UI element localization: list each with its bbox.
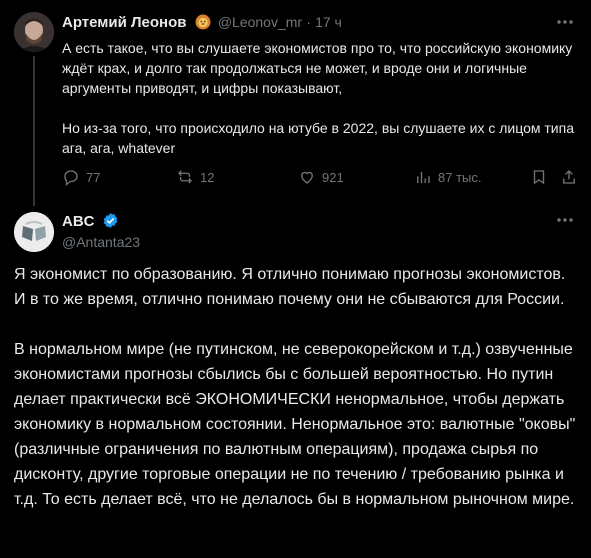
repost-icon [178,170,192,184]
more-options-icon[interactable] [555,210,575,230]
verified-badge-icon[interactable] [102,212,119,229]
repost-count: 12 [200,169,215,185]
author-name[interactable]: ABC [62,213,95,230]
like-count: 921 [322,169,344,185]
tweet-parent[interactable]: Артемий Леонов @Leonov_mr · 17 ч А есть … [0,0,591,206]
views-chart-icon [417,171,430,183]
tweet-text: А есть такое, что вы слушаете экономисто… [62,38,577,158]
repost-button[interactable]: 12 [176,168,214,186]
author-name-row: ABC [62,212,119,230]
separator-dot: · [306,14,311,30]
share-icon [563,170,575,184]
tweet-timestamp[interactable]: 17 ч [315,14,342,30]
view-count: 87 тыс. [438,169,482,185]
tweet-paragraph: А есть такое, что вы слушаете экономисто… [62,40,573,96]
like-button[interactable]: 921 [298,168,344,186]
more-options-icon[interactable] [555,12,575,32]
heart-icon [301,171,313,184]
reply-button[interactable]: 77 [62,168,100,186]
tweet-actions: 77 12 921 87 тыс. [62,168,582,188]
tweet-paragraph: В нормальном мире (не путинском, не севе… [14,341,576,508]
author-handle[interactable]: @Antanta23 [62,234,140,250]
views-button[interactable]: 87 тыс. [414,168,481,186]
bookmark-icon [533,170,545,185]
tweet-main-header: ABC @Antanta23 [14,210,591,258]
author-avatar[interactable] [14,212,54,252]
reply-count: 77 [86,169,101,185]
thread-connector-line [33,56,35,206]
reply-icon [64,170,78,186]
share-button[interactable] [560,168,584,186]
tweet-main-text: Я экономист по образованию. Я отлично по… [14,262,580,512]
tweet-paragraph: Но из-за того, что происходило на ютубе … [62,120,574,156]
bookmark-button[interactable] [530,168,554,186]
lion-emoji-icon [195,14,211,30]
author-name[interactable]: Артемий Леонов [62,14,186,31]
tweet-paragraph: Я экономист по образованию. Я отлично по… [14,266,566,308]
tweet-header: Артемий Леонов @Leonov_mr · 17 ч [62,14,342,31]
author-avatar[interactable] [14,12,54,52]
author-handle[interactable]: @Leonov_mr [218,14,302,30]
